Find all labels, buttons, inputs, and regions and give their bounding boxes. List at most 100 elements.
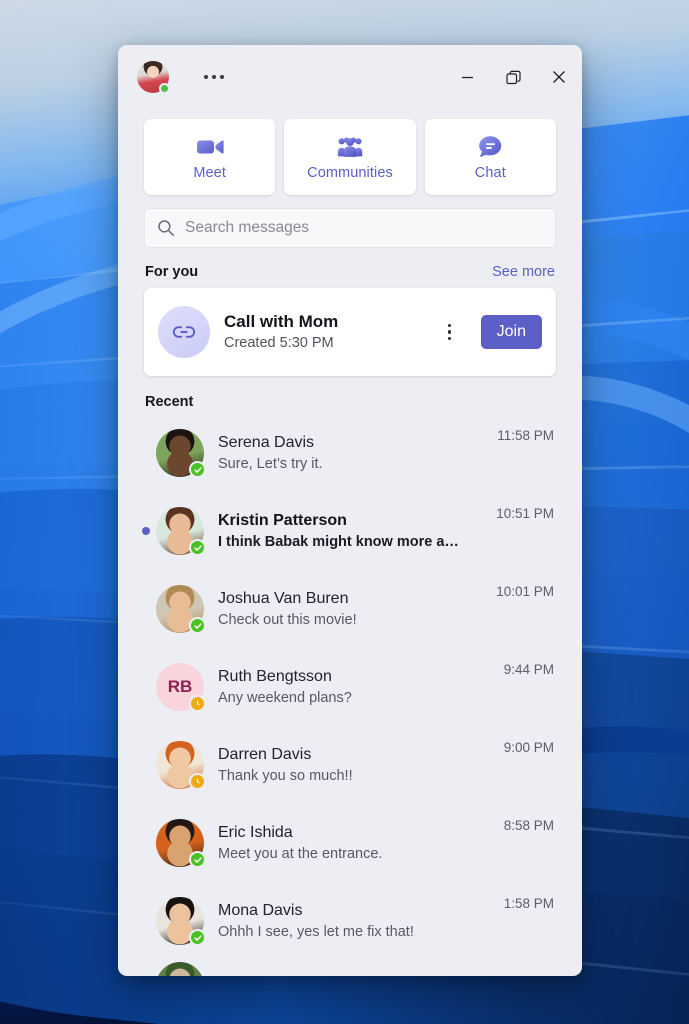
chat-bubble-icon <box>478 134 503 160</box>
join-button[interactable]: Join <box>480 315 542 349</box>
chat-item-preview: I think Babak might know more a… <box>218 534 459 551</box>
dot-icon <box>212 75 216 79</box>
chat-item-time: 11:58 PM <box>497 428 554 443</box>
meet-label: Meet <box>193 164 226 181</box>
chat-item-preview: Check out this movie! <box>218 612 357 629</box>
desktop-wallpaper: Meet Communities Chat Search messages Fo… <box>0 0 689 1024</box>
presence-available-icon <box>189 461 206 478</box>
close-button[interactable] <box>536 45 582 109</box>
presence-away-icon <box>189 773 206 790</box>
call-card[interactable]: Call with Mom Created 5:30 PM Join <box>144 288 556 376</box>
chat-item-time: 10:01 PM <box>496 584 554 599</box>
see-more-link[interactable]: See more <box>492 264 555 280</box>
presence-available-icon <box>189 617 206 634</box>
communities-label: Communities <box>307 164 393 181</box>
avatar-image <box>156 962 204 976</box>
call-card-text: Call with Mom Created 5:30 PM <box>224 311 425 354</box>
chat-list-item[interactable]: Kristin Patterson I think Babak might kn… <box>138 492 562 570</box>
chat-item-preview: Ohhh I see, yes let me fix that! <box>218 924 414 941</box>
chat-item-name: Eric Ishida <box>218 823 293 841</box>
chat-item-preview: Meet you at the entrance. <box>218 846 383 863</box>
chat-item-text: Serena Davis Sure, Let’s try it. <box>218 432 483 475</box>
presence-away-icon <box>189 695 206 712</box>
call-card-subtitle: Created 5:30 PM <box>224 334 334 351</box>
chat-card[interactable]: Chat <box>424 119 556 195</box>
chat-item-name: Serena Davis <box>218 433 315 451</box>
chat-item-name: Joshua Van Buren <box>218 589 349 607</box>
chat-item-preview: Sure, Let’s try it. <box>218 456 323 473</box>
call-card-more-options-button[interactable] <box>439 315 461 349</box>
chat-list-item[interactable]: Eric Ishida Meet you at the entrance. 8:… <box>138 804 562 882</box>
link-icon <box>158 306 210 358</box>
avatar <box>156 585 206 634</box>
avatar <box>156 507 206 556</box>
chat-item-time: 8:58 PM <box>503 818 554 833</box>
search-box[interactable] <box>144 208 556 248</box>
for-you-section: Call with Mom Created 5:30 PM Join <box>118 288 582 376</box>
people-group-icon <box>337 134 363 160</box>
avatar: RB <box>156 663 206 712</box>
avatar <box>156 741 206 790</box>
search-icon <box>158 220 174 236</box>
presence-available-icon <box>189 851 206 868</box>
chat-item-time: 9:00 PM <box>503 740 554 755</box>
recent-header: Recent <box>118 376 582 414</box>
chat-item-text: Darren Davis Thank you so much!! <box>218 744 490 787</box>
dot-icon <box>448 337 452 341</box>
search-input[interactable] <box>185 219 543 237</box>
dot-icon <box>448 323 452 327</box>
communities-card[interactable]: Communities <box>284 119 416 195</box>
chat-item-text: Kristin Patterson I think Babak might kn… <box>218 510 482 553</box>
chat-item-time: 10:51 PM <box>496 506 554 521</box>
close-icon <box>553 71 565 83</box>
avatar <box>156 962 204 976</box>
window-titlebar <box>118 45 582 109</box>
chat-item-text: Eric Ishida Meet you at the entrance. <box>218 822 490 865</box>
chat-list-item[interactable]: Joshua Van Buren Check out this movie! 1… <box>138 570 562 648</box>
chat-item-name: Kristin Patterson <box>218 511 347 529</box>
chat-app-window: Meet Communities Chat Search messages Fo… <box>118 45 582 976</box>
chat-item-name: Darren Davis <box>218 745 312 763</box>
dot-icon <box>448 330 452 334</box>
chat-label: Chat <box>474 164 506 181</box>
for-you-header: For you See more <box>118 248 582 288</box>
presence-available-icon <box>159 83 170 94</box>
chat-item-text: Mona Davis Ohhh I see, yes let me fix th… <box>218 900 490 943</box>
minimize-button[interactable] <box>444 45 490 109</box>
for-you-title: For you <box>145 264 199 280</box>
presence-available-icon <box>189 539 206 556</box>
chat-item-name: Ruth Bengtsson <box>218 667 332 685</box>
chat-item-text: Ruth Bengtsson Any weekend plans? <box>218 666 490 709</box>
search-section <box>118 195 582 248</box>
meet-card[interactable]: Meet <box>144 119 276 195</box>
recent-title: Recent <box>145 394 194 410</box>
chat-item-name: Mona Davis <box>218 901 303 919</box>
recent-chat-list[interactable]: Serena Davis Sure, Let’s try it. 11:58 P… <box>118 414 582 976</box>
restore-down-icon <box>505 70 521 84</box>
call-card-title: Call with Mom <box>224 311 339 331</box>
avatar <box>156 897 206 946</box>
chat-list-item[interactable]: Darren Davis Thank you so much!! 9:00 PM <box>138 726 562 804</box>
chat-item-time: 9:44 PM <box>503 662 554 677</box>
chat-item-preview: Thank you so much!! <box>218 768 353 785</box>
restore-button[interactable] <box>490 45 536 109</box>
avatar[interactable] <box>137 61 170 94</box>
chat-list-item[interactable] <box>138 960 562 976</box>
avatar <box>156 819 206 868</box>
window-controls <box>444 45 582 109</box>
more-options-button[interactable] <box>198 69 230 85</box>
video-camera-icon <box>196 134 224 160</box>
dot-icon <box>220 75 224 79</box>
dot-icon <box>204 75 208 79</box>
presence-available-icon <box>189 929 206 946</box>
chat-item-preview: Any weekend plans? <box>218 690 352 707</box>
feature-cards: Meet Communities Chat <box>118 109 582 195</box>
chat-list-item[interactable]: RB Ruth Bengtsson Any weekend plans? 9:4… <box>138 648 562 726</box>
chat-list-item[interactable]: Mona Davis Ohhh I see, yes let me fix th… <box>138 882 562 960</box>
chat-item-text: Joshua Van Buren Check out this movie! <box>218 588 482 631</box>
avatar <box>156 429 206 478</box>
minimize-icon <box>461 76 473 78</box>
chat-list-item[interactable]: Serena Davis Sure, Let’s try it. 11:58 P… <box>138 414 562 492</box>
unread-indicator <box>142 527 150 535</box>
chat-item-time: 1:58 PM <box>503 896 554 911</box>
